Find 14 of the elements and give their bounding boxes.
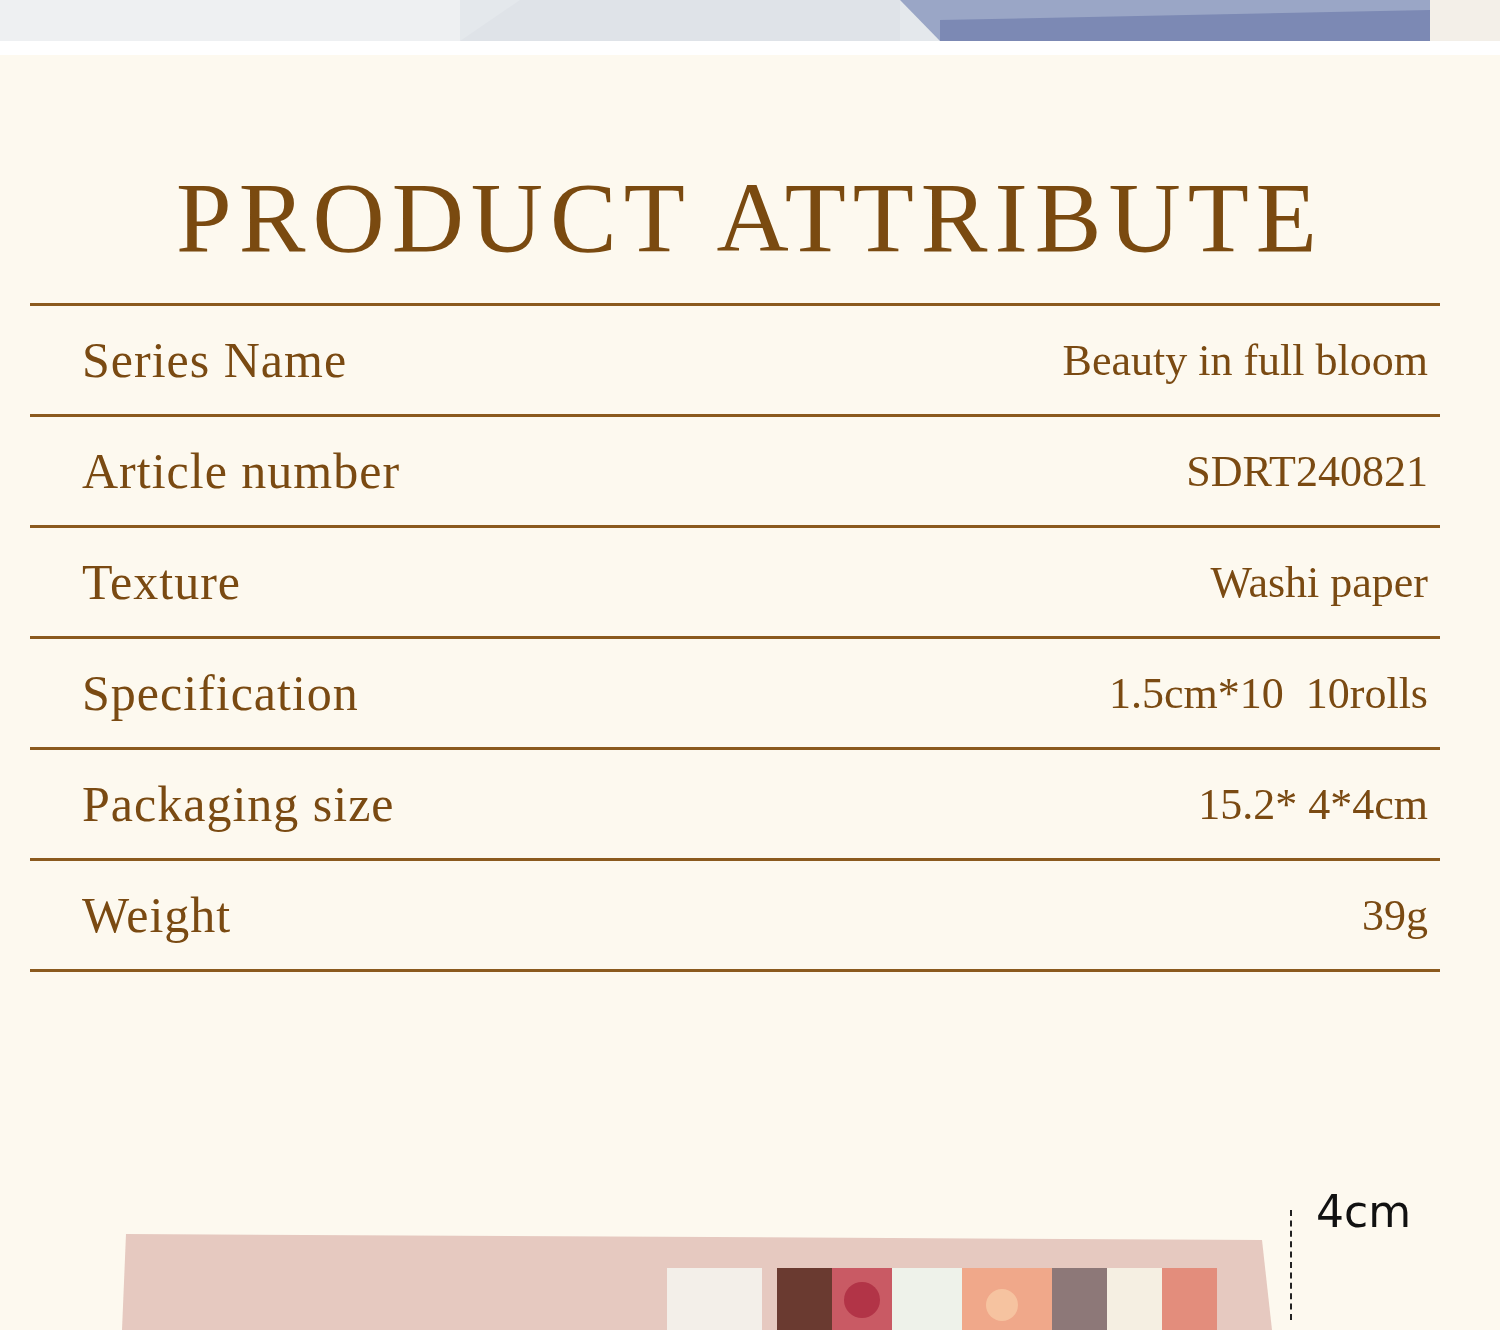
attribute-label: Article number bbox=[82, 442, 401, 500]
attribute-label: Packaging size bbox=[82, 775, 395, 833]
page-title: PRODUCT ATTRIBUTE bbox=[175, 163, 1325, 273]
attribute-value: SDRT240821 bbox=[1186, 445, 1428, 497]
attribute-label: Series Name bbox=[82, 331, 348, 389]
attribute-value: 1.5cm*10 10rolls bbox=[1109, 667, 1428, 719]
attribute-label: Specification bbox=[82, 664, 359, 722]
attribute-value: Washi paper bbox=[1210, 556, 1428, 608]
attribute-value: Beauty in full bloom bbox=[1062, 334, 1428, 386]
dimension-label: 4cm bbox=[1316, 1186, 1412, 1237]
attribute-label: Texture bbox=[82, 553, 241, 611]
attribute-label: Weight bbox=[82, 886, 232, 944]
attribute-value: 15.2* 4*4cm bbox=[1198, 778, 1428, 830]
attribute-value: 39g bbox=[1362, 889, 1428, 941]
